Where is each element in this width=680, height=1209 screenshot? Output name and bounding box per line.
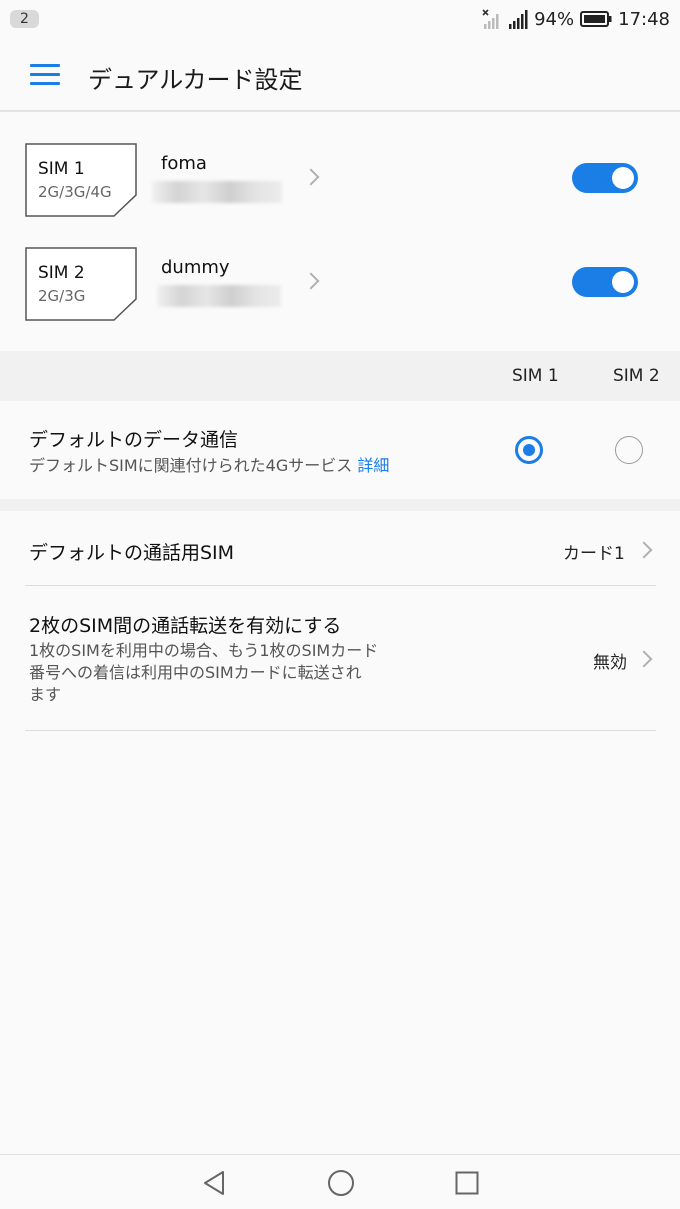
divider: [25, 730, 656, 731]
default-call-row[interactable]: デフォルトの通話用SIM カード1: [0, 511, 680, 585]
chevron-right-icon[interactable]: [302, 168, 320, 186]
call-forwarding-title: 2枚のSIM間の通話転送を有効にする: [29, 615, 342, 637]
back-icon[interactable]: [201, 1170, 227, 1196]
call-forwarding-row[interactable]: 2枚のSIM間の通話転送を有効にする 1枚のSIMを利用中の場合、もう1枚のSI…: [0, 586, 680, 730]
home-icon[interactable]: [327, 1169, 355, 1197]
sim1-row[interactable]: SIM 1 2G/3G/4G foma: [0, 113, 680, 217]
sim1-slot-label: SIM 1: [38, 159, 85, 179]
chevron-right-icon: [635, 541, 653, 559]
default-call-title: デフォルトの通話用SIM: [29, 542, 235, 564]
status-icons: 94% 17:48: [482, 7, 670, 31]
recent-apps-icon[interactable]: [455, 1171, 479, 1195]
sim2-row[interactable]: SIM 2 2G/3G dummy: [0, 217, 680, 321]
details-link[interactable]: 詳細: [357, 456, 389, 475]
column-sim2: SIM 2: [613, 366, 660, 386]
default-data-sim1-radio[interactable]: [515, 436, 543, 464]
default-data-subtitle: デフォルトSIMに関連付けられた4Gサービス 詳細: [29, 456, 390, 475]
chevron-right-icon: [635, 650, 653, 668]
call-forwarding-subtitle: 1枚のSIMを利用中の場合、もう1枚のSIMカード 番号への着信は利用中のSIM…: [29, 641, 379, 704]
app-bar: デュアルカード設定: [0, 38, 680, 112]
sim-card-icon: SIM 2 2G/3G: [25, 247, 137, 321]
sim1-enable-toggle[interactable]: [572, 163, 638, 193]
battery-percent: 94%: [534, 8, 575, 30]
sim-card-icon: SIM 1 2G/3G/4G: [25, 143, 137, 217]
chevron-right-icon[interactable]: [302, 272, 320, 290]
sim2-number-redacted: [157, 285, 281, 307]
signal-icon: [509, 10, 528, 29]
default-data-title: デフォルトのデータ通信: [29, 429, 239, 451]
column-sim1: SIM 1: [512, 366, 559, 386]
sim1-network-label: 2G/3G/4G: [38, 183, 112, 201]
sim2-enable-toggle[interactable]: [572, 267, 638, 297]
default-call-value: カード1: [563, 544, 625, 564]
battery-icon: [580, 11, 612, 27]
sim1-number-redacted: [152, 181, 282, 203]
notification-count-badge: 2: [10, 10, 39, 28]
status-bar: 2 94% 17:48: [0, 0, 680, 38]
call-forwarding-value: 無効: [593, 653, 627, 673]
sim1-carrier-name: foma: [161, 153, 207, 174]
navigation-bar: [0, 1154, 680, 1209]
sim-column-header: SIM 1 SIM 2: [0, 351, 680, 401]
section-gap: [0, 499, 680, 511]
sim2-network-label: 2G/3G: [38, 287, 86, 305]
page-title: デュアルカード設定: [88, 66, 303, 94]
hamburger-menu-icon[interactable]: [30, 64, 60, 86]
clock: 17:48: [618, 8, 670, 30]
sim2-carrier-name: dummy: [161, 257, 230, 278]
default-data-row: デフォルトのデータ通信 デフォルトSIMに関連付けられた4Gサービス 詳細: [0, 401, 680, 499]
sim2-slot-label: SIM 2: [38, 263, 85, 283]
default-data-sim2-radio[interactable]: [615, 436, 643, 464]
no-signal-icon: [482, 9, 499, 29]
